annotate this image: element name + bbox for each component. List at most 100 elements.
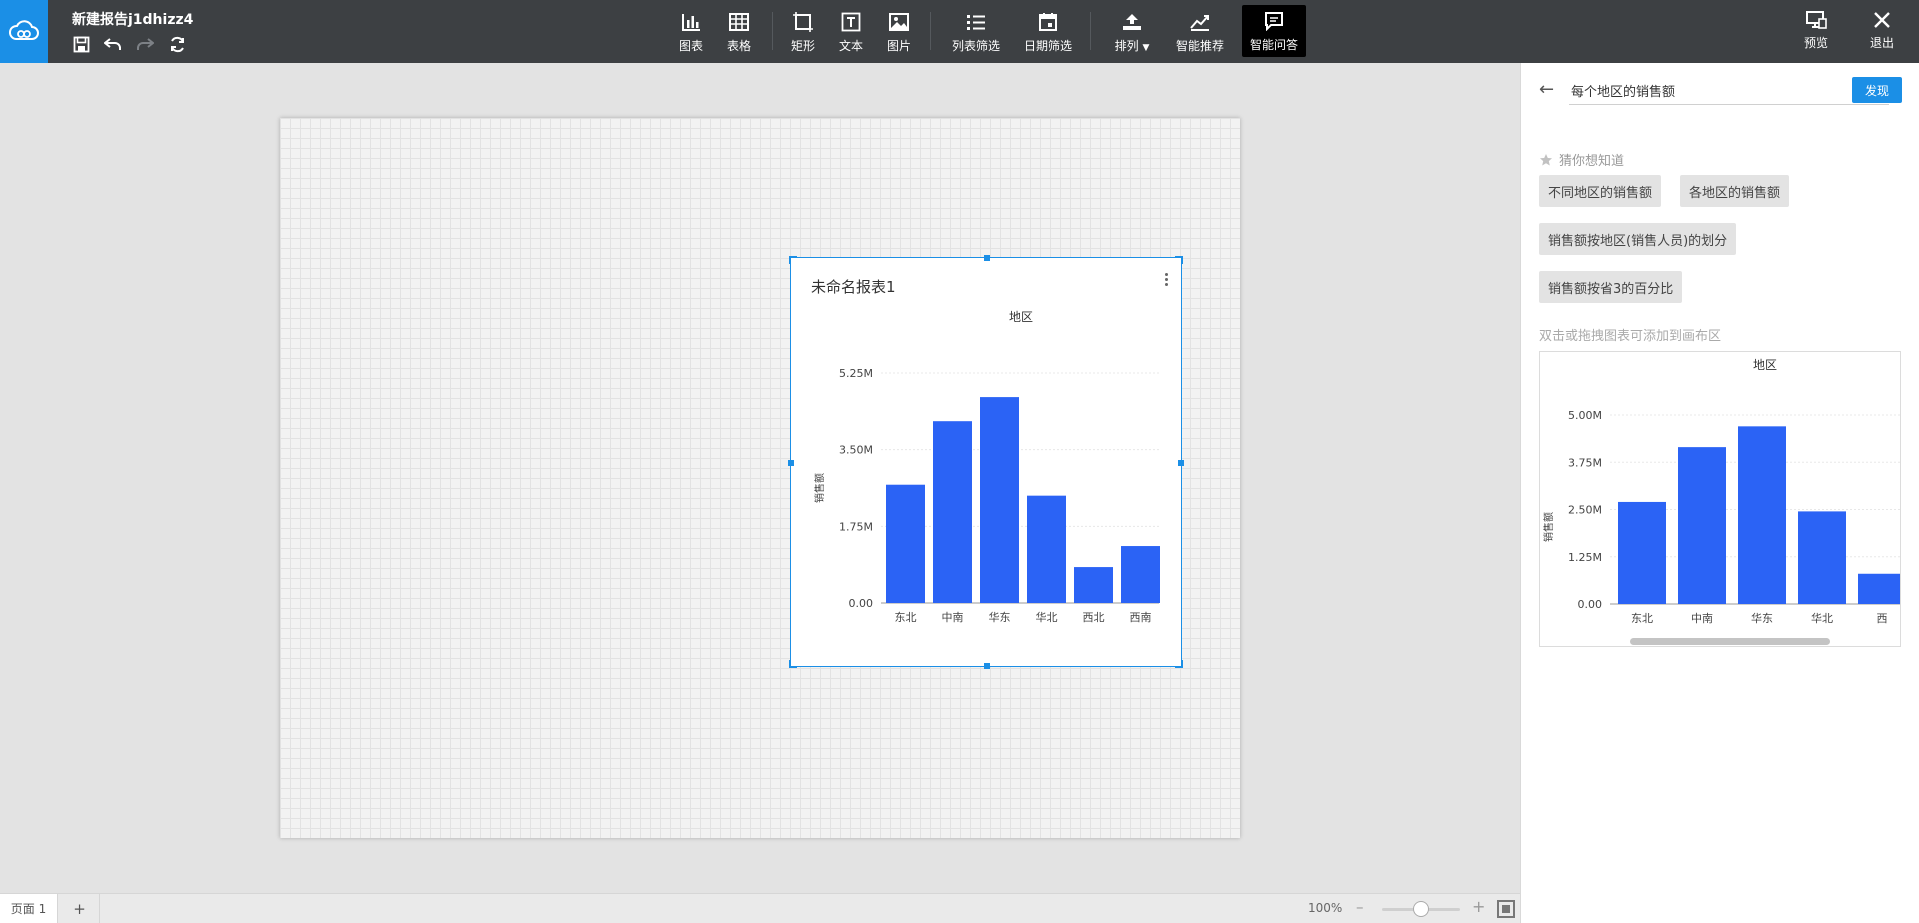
y-tick-label: 2.50M — [1568, 504, 1602, 517]
cloud-logo-icon — [9, 19, 39, 40]
exit-button[interactable]: 退出 — [1870, 10, 1894, 51]
text-tool[interactable]: 文本 — [834, 6, 868, 56]
save-icon[interactable] — [70, 33, 92, 55]
resize-handle[interactable] — [789, 660, 797, 668]
zoom-out-button[interactable]: – — [1356, 898, 1364, 916]
bar — [1678, 447, 1726, 604]
star-icon — [1540, 153, 1552, 165]
x-tick-label: 东北 — [895, 611, 917, 624]
table-tool[interactable]: 表格 — [722, 6, 756, 56]
rectangle-tool[interactable]: 矩形 — [786, 6, 820, 56]
arrange-tool-label: 排列 ▼ — [1114, 39, 1150, 53]
resize-handle[interactable] — [984, 663, 990, 669]
chart-card[interactable]: 未命名报表1 地区 销售额 0.00 1.75M 3.50M 5.25M 东北 中南 华东 华北西… — [788, 255, 1184, 669]
y-axis-label: 销售额 — [813, 473, 826, 503]
smart-qa-panel: ← 发现 猜你想知道 不同地区的销售额 各地区的销售额 销售额按地区(销售人员)… — [1520, 63, 1919, 923]
document-title[interactable]: 新建报告j1dhizz4 — [72, 9, 193, 29]
list-filter-tool[interactable]: 列表筛选 — [950, 6, 1002, 56]
zoom-level: 100% — [1308, 901, 1343, 915]
bar-chart-icon — [679, 10, 703, 34]
table-icon — [727, 10, 751, 34]
suggestion-chip[interactable]: 销售额按省3的百分比 — [1539, 271, 1683, 303]
redo-icon[interactable] — [134, 33, 156, 55]
discover-button[interactable]: 发现 — [1852, 77, 1902, 103]
caret-down-icon: ▼ — [1142, 43, 1150, 53]
image-tool[interactable]: 图片 — [882, 6, 916, 56]
suggestion-chip[interactable]: 不同地区的销售额 — [1539, 175, 1662, 207]
suggestion-header-label: 猜你想知道 — [1559, 154, 1625, 169]
back-arrow-icon[interactable]: ← — [1539, 79, 1554, 100]
preview-bar-chart: 地区销售额 0.00 1.25M 2.50M 3.75M 5.00M 东北 中南 华东 华北 西 — [1542, 358, 1900, 625]
chart-title: 地区 — [1753, 358, 1777, 372]
resize-handle[interactable] — [1175, 660, 1183, 668]
chart-preview-card[interactable]: 地区 销售额 0.00 1.25M 2.50M 3.75M 5.00M 东北 中南 华东 华北 西 — [1539, 351, 1901, 647]
zoom-in-button[interactable]: + — [1472, 897, 1485, 916]
rectangle-tool-label: 矩形 — [790, 39, 815, 53]
suggestion-chip[interactable]: 销售额按地区(销售人员)的划分 — [1539, 223, 1737, 255]
image-tool-label: 图片 — [886, 39, 911, 53]
add-page-button[interactable]: + — [60, 894, 100, 923]
bar — [933, 421, 972, 603]
table-tool-label: 表格 — [726, 39, 751, 53]
bar — [1858, 573, 1900, 604]
suggestion-chip[interactable]: 各地区的销售额 — [1680, 175, 1790, 207]
refresh-icon[interactable] — [166, 33, 188, 55]
smart-qa-tool-label: 智能问答 — [1249, 38, 1298, 52]
calendar-icon — [1036, 10, 1060, 34]
y-tick-label: 0.00 — [849, 597, 874, 610]
page-tab[interactable]: 页面 1 — [0, 894, 58, 923]
x-tick-label: 中南 — [942, 611, 964, 624]
smart-qa-tool[interactable]: 智能问答 — [1242, 5, 1306, 57]
drag-hint: 双击或拖拽图表可添加到画布区 — [1539, 329, 1722, 344]
report-page[interactable]: 未命名报表1 地区 销售额 0.00 1.75M 3.50M 5.25M 东北 中南 华东 华北西… — [280, 118, 1240, 838]
trend-chart-icon — [1188, 10, 1212, 34]
resize-handle[interactable] — [788, 460, 794, 466]
smart-recommend-tool-label: 智能推荐 — [1175, 39, 1224, 53]
x-tick-label: 华东 — [1751, 611, 1773, 625]
y-tick-label: 1.25M — [1568, 551, 1602, 564]
bar — [1074, 567, 1113, 603]
toolbar-separator — [930, 12, 931, 50]
y-tick-label: 0.00 — [1578, 598, 1603, 611]
resize-handle[interactable] — [1175, 256, 1183, 264]
horizontal-scrollbar[interactable] — [1630, 638, 1830, 645]
text-box-icon — [839, 10, 863, 34]
canvas-area: 未命名报表1 地区 销售额 0.00 1.75M 3.50M 5.25M 东北 中南 华东 华北西… — [0, 63, 1520, 893]
image-icon — [887, 10, 911, 34]
text-tool-label: 文本 — [838, 39, 863, 53]
undo-icon[interactable] — [102, 33, 124, 55]
smart-recommend-tool[interactable]: 智能推荐 — [1174, 6, 1226, 56]
rectangle-icon — [791, 10, 815, 34]
x-tick-label: 华东 — [989, 610, 1011, 624]
chat-bubble-icon — [1262, 9, 1286, 33]
zoom-slider-handle[interactable] — [1413, 901, 1429, 917]
list-filter-tool-label: 列表筛选 — [951, 39, 1000, 53]
status-bar: 页面 1 + 100% – + — [0, 893, 1520, 923]
x-tick-label: 西 — [1877, 612, 1888, 625]
resize-handle[interactable] — [984, 255, 990, 261]
fit-screen-icon[interactable] — [1497, 900, 1515, 918]
x-tick-label: 西南 — [1130, 611, 1152, 624]
resize-handle[interactable] — [1178, 460, 1184, 466]
preview-button[interactable]: 预览 — [1804, 10, 1828, 51]
y-tick-label: 3.75M — [1568, 456, 1602, 469]
x-tick-label: 东北 — [1631, 612, 1653, 625]
bar — [1798, 511, 1846, 604]
y-tick-label: 3.50M — [839, 444, 873, 457]
main-bar-chart: 地区销售额 0.00 1.75M 3.50M 5.25M 东北 中南 华东 华北 西北 西南 — [813, 310, 1160, 624]
toolbar-separator — [772, 12, 773, 50]
close-icon — [1874, 12, 1890, 28]
app-logo[interactable] — [0, 0, 48, 63]
date-filter-tool[interactable]: 日期筛选 — [1022, 6, 1074, 56]
suggestion-header: 猜你想知道 — [1539, 150, 1624, 169]
resize-handle[interactable] — [789, 256, 797, 264]
query-input[interactable] — [1569, 77, 1889, 105]
bar — [1618, 501, 1666, 604]
list-icon — [964, 10, 988, 34]
x-tick-label: 西北 — [1083, 611, 1105, 624]
y-tick-label: 1.75M — [839, 520, 873, 533]
bar — [886, 484, 925, 603]
preview-label: 预览 — [1804, 36, 1829, 50]
chart-tool[interactable]: 图表 — [674, 6, 708, 56]
arrange-tool[interactable]: 排列 ▼ — [1108, 6, 1156, 56]
